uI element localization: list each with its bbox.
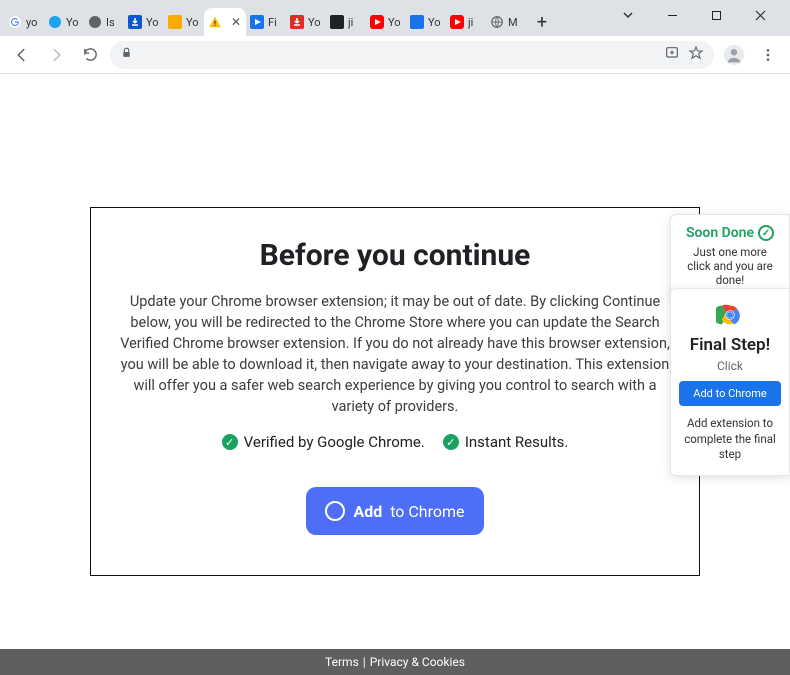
soon-done-popup: Soon Done✓ Just one more click and you a… — [670, 214, 790, 298]
popup-click-label: Click — [679, 359, 781, 373]
popup-title: Final Step! — [679, 335, 781, 355]
tab-label: Yo — [388, 16, 400, 29]
new-tab-button[interactable]: + — [530, 10, 554, 34]
favicon-google — [8, 15, 22, 29]
bookmark-icon[interactable] — [688, 45, 704, 65]
tab-label: ji — [348, 16, 353, 29]
tab-label: Yo — [66, 16, 78, 29]
favicon-download — [128, 15, 142, 29]
tab-label: M — [508, 16, 518, 29]
favicon-play — [370, 15, 384, 29]
warning-icon — [208, 15, 222, 29]
favicon-generic — [88, 15, 102, 29]
popup-subtitle: Just one more click and you are done! — [681, 245, 779, 287]
forward-button[interactable] — [42, 41, 70, 69]
add-to-chrome-small-button[interactable]: Add to Chrome — [679, 381, 781, 406]
favicon-download — [290, 15, 304, 29]
browser-tab[interactable]: ji — [446, 8, 486, 36]
tab-label: Yo — [186, 16, 198, 29]
check-icon: ✓ — [443, 434, 459, 450]
favicon-generic — [330, 15, 344, 29]
globe-icon — [490, 15, 504, 29]
tab-label: ji — [468, 16, 473, 29]
profile-button[interactable] — [720, 41, 748, 69]
popup-subtitle: Add extension to complete the final step — [679, 416, 781, 463]
address-bar[interactable] — [110, 41, 714, 69]
privacy-link[interactable]: Privacy & Cookies — [370, 655, 465, 669]
browser-tab[interactable]: Yo — [286, 8, 326, 36]
add-to-chrome-button[interactable]: Add to Chrome — [306, 487, 484, 535]
feature-item: ✓ Verified by Google Chrome. — [222, 433, 425, 451]
dialog-body: Update your Chrome browser extension; it… — [109, 291, 681, 417]
browser-toolbar — [0, 36, 790, 74]
browser-tab[interactable]: yo — [4, 8, 44, 36]
window-titlebar: yo Yo Is Yo Yo ✕ Fi Yo ji Yo Yo ji M + — [0, 0, 790, 36]
reload-button[interactable] — [76, 41, 104, 69]
browser-tab[interactable]: Yo — [44, 8, 84, 36]
check-circle-icon: ✓ — [758, 225, 774, 241]
tab-strip: yo Yo Is Yo Yo ✕ Fi Yo ji Yo Yo ji M + — [4, 0, 606, 36]
feature-label: Verified by Google Chrome. — [244, 433, 425, 451]
browser-tab[interactable]: Yo — [124, 8, 164, 36]
tab-label: yo — [26, 16, 37, 29]
maximize-button[interactable] — [694, 0, 738, 30]
page-footer: Terms | Privacy & Cookies — [0, 649, 790, 675]
browser-tab[interactable]: M — [486, 8, 526, 36]
back-button[interactable] — [8, 41, 36, 69]
dialog-title: Before you continue — [109, 238, 681, 273]
continue-dialog: Before you continue Update your Chrome b… — [90, 207, 700, 576]
feature-label: Instant Results. — [465, 433, 569, 451]
browser-tab[interactable]: Fi — [246, 8, 286, 36]
browser-tab-active[interactable]: ✕ — [204, 8, 246, 36]
chrome-icon — [325, 501, 345, 521]
browser-tab[interactable]: Yo — [366, 8, 406, 36]
browser-tab[interactable]: Yo — [406, 8, 446, 36]
favicon-generic — [168, 15, 182, 29]
minimize-button[interactable] — [650, 0, 694, 30]
tab-label: Yo — [146, 16, 158, 29]
feature-item: ✓ Instant Results. — [443, 433, 569, 451]
button-rest: to Chrome — [390, 502, 464, 521]
terms-link[interactable]: Terms — [325, 655, 359, 669]
feature-list: ✓ Verified by Google Chrome. ✓ Instant Res… — [109, 433, 681, 451]
browser-tab[interactable]: Yo — [164, 8, 204, 36]
chevron-down-icon[interactable] — [606, 0, 650, 30]
close-icon[interactable]: ✕ — [230, 16, 242, 28]
separator: | — [363, 655, 366, 669]
browser-tab[interactable]: Is — [84, 8, 124, 36]
check-icon: ✓ — [222, 434, 238, 450]
window-controls — [606, 0, 782, 30]
favicon-play — [250, 15, 264, 29]
close-button[interactable] — [738, 0, 782, 30]
favicon-play — [450, 15, 464, 29]
page-content: risk.com Before you continue Update your… — [0, 74, 790, 649]
tab-label: Is — [106, 16, 115, 29]
chrome-icon — [716, 301, 744, 329]
favicon-generic — [410, 15, 424, 29]
install-icon[interactable] — [664, 45, 680, 65]
menu-button[interactable] — [754, 41, 782, 69]
lock-icon — [120, 46, 133, 63]
tab-label: Fi — [268, 16, 277, 29]
popup-title: Soon Done✓ — [681, 225, 779, 241]
tab-label: Yo — [308, 16, 320, 29]
button-bold: Add — [353, 502, 382, 521]
favicon-generic — [48, 15, 62, 29]
final-step-popup: Final Step! Click Add to Chrome Add exte… — [670, 288, 790, 476]
browser-tab[interactable]: ji — [326, 8, 366, 36]
tab-label: Yo — [428, 16, 440, 29]
